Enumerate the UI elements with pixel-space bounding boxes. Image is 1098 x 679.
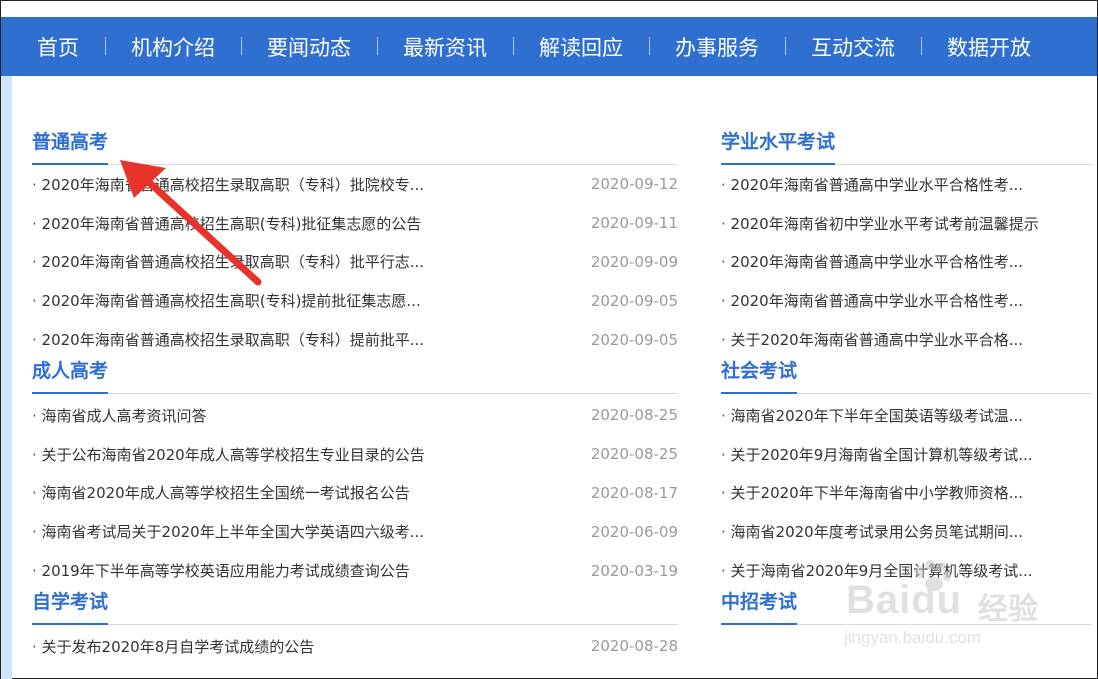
list-item-title[interactable]: 海南省2020年度考试录用公务员笔试期间...	[721, 521, 1023, 542]
list-item[interactable]: 海南省2020年下半年全国英语等级考试温...	[721, 396, 1092, 435]
section-header: 社会考试	[721, 359, 1092, 394]
nav-item-home[interactable]: 首页	[1, 32, 105, 62]
list-item-title[interactable]: 关于2020年下半年海南省中小学教师资格...	[721, 482, 1023, 503]
section-header: 自学考试	[32, 590, 678, 625]
list-item-title[interactable]: 海南省2020年下半年全国英语等级考试温...	[721, 405, 1023, 426]
list-item[interactable]: 关于公布海南省2020年成人高等学校招生专业目录的公告 2020-08-25	[32, 435, 678, 474]
section-title-zixue-kaoshi[interactable]: 自学考试	[32, 587, 109, 625]
list-item-title[interactable]: 关于2020年海南省普通高中学业水平合格...	[721, 329, 1023, 350]
red-arrow-annotation	[120, 160, 262, 286]
section-header: 成人高考	[32, 359, 678, 394]
list-item-title[interactable]: 2019年下半年高等学校英语应用能力考试成绩查询公告	[32, 560, 410, 581]
list-item-date: 2020-09-11	[590, 214, 678, 233]
section-title-xueye-shuiping[interactable]: 学业水平考试	[721, 127, 836, 165]
section-title-putong-gaokao[interactable]: 普通高考	[32, 127, 109, 165]
list-item[interactable]: 2020年海南省初中学业水平考试考前温馨提示	[721, 204, 1092, 243]
list-item-date: 2020-09-05	[590, 330, 678, 349]
nav-item-latest[interactable]: 最新资讯	[377, 32, 513, 62]
nav-item-news[interactable]: 要闻动态	[241, 32, 377, 62]
list-item-title[interactable]: 关于海南省2020年9月全国计算机等级考试...	[721, 560, 1033, 581]
news-list: 2020年海南省普通高中学业水平合格性考... 2020年海南省初中学业水平考试…	[721, 165, 1092, 359]
list-item-title[interactable]: 关于公布海南省2020年成人高等学校招生专业目录的公告	[32, 444, 425, 465]
section-title-zhongzhao-kaoshi[interactable]: 中招考试	[721, 587, 798, 625]
list-item-title[interactable]: 2020年海南省普通高校招生录取高职（专科）提前批平...	[32, 329, 424, 350]
list-item-date: 2020-09-09	[590, 252, 678, 271]
news-list: 关于发布2020年8月自学考试成绩的公告 2020-08-28	[32, 627, 678, 666]
list-item-title[interactable]: 关于发布2020年8月自学考试成绩的公告	[32, 636, 315, 657]
list-item[interactable]: 2020年海南省普通高中学业水平合格性考...	[721, 243, 1092, 282]
list-item-title[interactable]: 海南省2020年成人高等学校招生全国统一考试报名公告	[32, 482, 410, 503]
list-item-date: 2020-09-12	[590, 175, 678, 194]
main-nav: 首页 机构介绍 要闻动态 最新资讯 解读回应 办事服务 互动交流 数据开放	[1, 17, 1097, 76]
list-item[interactable]: 海南省2020年度考试录用公务员笔试期间...	[721, 512, 1092, 551]
section-title-shehui-kaoshi[interactable]: 社会考试	[721, 356, 798, 394]
list-item-title[interactable]: 2020年海南省普通高中学业水平合格性考...	[721, 174, 1023, 195]
list-item[interactable]: 关于2020年9月海南省全国计算机等级考试...	[721, 435, 1092, 474]
list-item[interactable]: 2019年下半年高等学校英语应用能力考试成绩查询公告 2020-03-19	[32, 551, 678, 590]
nav-item-services[interactable]: 办事服务	[649, 32, 785, 62]
section-header: 普通高考	[32, 124, 678, 165]
list-item-title[interactable]: 2020年海南省普通高中学业水平合格性考...	[721, 251, 1023, 272]
list-item[interactable]: 海南省成人高考资讯问答 2020-08-25	[32, 396, 678, 435]
list-item-date: 2020-03-19	[590, 561, 678, 580]
list-item-title[interactable]: 2020年海南省普通高中学业水平合格性考...	[721, 290, 1023, 311]
section-header: 学业水平考试	[721, 124, 1092, 165]
nav-item-about[interactable]: 机构介绍	[105, 32, 241, 62]
list-item[interactable]: 海南省考试局关于2020年上半年全国大学英语四六级考... 2020-06-09	[32, 512, 678, 551]
list-item-date: 2020-08-28	[590, 637, 678, 656]
list-item[interactable]: 关于发布2020年8月自学考试成绩的公告 2020-08-28	[32, 627, 678, 666]
list-item[interactable]: 2020年海南省普通高校招生录取高职（专科）提前批平... 2020-09-05	[32, 320, 678, 359]
section-title-chengren-gaokao[interactable]: 成人高考	[32, 356, 109, 394]
list-item-date: 2020-08-25	[590, 445, 678, 464]
nav-item-open-data[interactable]: 数据开放	[921, 32, 1057, 62]
top-strip	[1, 1, 1097, 17]
list-item-title[interactable]: 2020年海南省普通高校招生高职(专科)提前批征集志愿...	[32, 290, 421, 311]
list-item[interactable]: 关于2020年海南省普通高中学业水平合格...	[721, 320, 1092, 359]
right-column: 学业水平考试 2020年海南省普通高中学业水平合格性考... 2020年海南省初…	[721, 76, 1092, 625]
list-item-title[interactable]: 海南省成人高考资讯问答	[32, 405, 207, 426]
nav-item-interpretation[interactable]: 解读回应	[513, 32, 649, 62]
list-item-title[interactable]: 海南省考试局关于2020年上半年全国大学英语四六级考...	[32, 521, 424, 542]
news-list: 海南省2020年下半年全国英语等级考试温... 关于2020年9月海南省全国计算…	[721, 396, 1092, 590]
list-item-date: 2020-08-17	[590, 483, 678, 502]
nav-item-interaction[interactable]: 互动交流	[785, 32, 921, 62]
list-item[interactable]: 关于2020年下半年海南省中小学教师资格...	[721, 474, 1092, 513]
list-item-title[interactable]: 2020年海南省初中学业水平考试考前温馨提示	[721, 213, 1039, 234]
list-item[interactable]: 2020年海南省普通高中学业水平合格性考...	[721, 165, 1092, 204]
list-item[interactable]: 关于海南省2020年9月全国计算机等级考试...	[721, 551, 1092, 590]
list-item-date: 2020-08-25	[590, 406, 678, 425]
left-accent-bar	[1, 76, 12, 679]
section-header: 中招考试	[721, 590, 1092, 625]
news-list: 海南省成人高考资讯问答 2020-08-25 关于公布海南省2020年成人高等学校…	[32, 396, 678, 590]
list-item[interactable]: 海南省2020年成人高等学校招生全国统一考试报名公告 2020-08-17	[32, 474, 678, 513]
list-item-title[interactable]: 关于2020年9月海南省全国计算机等级考试...	[721, 444, 1033, 465]
list-item[interactable]: 2020年海南省普通高中学业水平合格性考...	[721, 281, 1092, 320]
arrow-shaft	[136, 170, 262, 286]
list-item-date: 2020-06-09	[590, 522, 678, 541]
list-item-date: 2020-09-05	[590, 291, 678, 310]
